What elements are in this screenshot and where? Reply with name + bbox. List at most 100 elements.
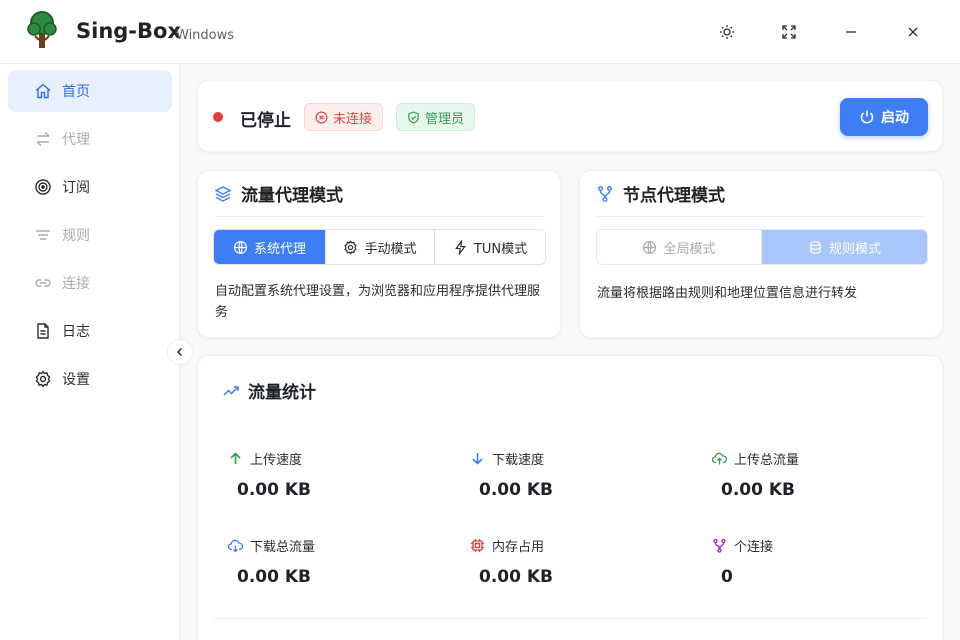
app-title: Sing-Box	[76, 19, 181, 43]
node-mode-title: 节点代理模式	[623, 186, 725, 206]
traffic-stats-title: 流量统计	[248, 383, 316, 403]
traffic-mode-header: 流量代理模式	[214, 171, 544, 217]
status-card: 已停止 未连接 管理员 启动	[197, 80, 943, 152]
node-mode-selector: 全局模式 规则模式	[596, 229, 928, 265]
close-icon	[908, 27, 918, 37]
sidebar-item-label: 代理	[62, 132, 90, 148]
log-icon	[33, 321, 53, 341]
theme-toggle-button[interactable]	[717, 22, 737, 42]
fullscreen-icon	[782, 25, 796, 39]
close-circle-icon	[315, 111, 328, 123]
connections-label: 个连接	[734, 540, 774, 555]
upload-total-label: 上传总流量	[734, 453, 800, 468]
upload-speed-value: 0.00 KB	[237, 480, 311, 500]
globe-icon	[233, 240, 248, 254]
download-total-value: 0.00 KB	[237, 567, 311, 587]
stats-divider	[214, 618, 926, 619]
start-button[interactable]: 启动	[840, 98, 928, 136]
status-text: 已停止	[240, 111, 291, 131]
admin-badge: 管理员	[396, 103, 476, 131]
manual-mode-option[interactable]: 手动模式	[326, 230, 435, 264]
admin-badge-label: 管理员	[425, 111, 465, 127]
chip-icon	[471, 539, 484, 552]
global-mode-label: 全局模式	[663, 241, 716, 257]
traffic-mode-description: 自动配置系统代理设置，为浏览器和应用程序提供代理服务	[215, 284, 541, 320]
download-total-stat: 下载总流量 0.00 KB	[228, 536, 448, 587]
link-icon	[33, 273, 53, 293]
app-subtitle: Windows	[176, 28, 235, 43]
rule-mode-option[interactable]: 规则模式	[762, 230, 927, 264]
sun-icon	[720, 25, 734, 39]
memory-usage-label: 内存占用	[492, 540, 545, 555]
upload-speed-label: 上传速度	[250, 453, 303, 468]
traffic-mode-card: 流量代理模式 系统代理 手动模式 TUN模式 自动配置系统代理设置，为浏览器和应…	[197, 170, 561, 338]
system-proxy-label: 系统代理	[253, 241, 306, 257]
fullscreen-button[interactable]	[779, 22, 799, 42]
download-speed-value: 0.00 KB	[479, 480, 553, 500]
traffic-mode-selector: 系统代理 手动模式 TUN模式	[213, 229, 546, 265]
arrow-down-icon	[472, 453, 483, 465]
power-icon	[860, 110, 874, 124]
system-proxy-option[interactable]: 系统代理	[214, 230, 326, 264]
sidebar-item-logs[interactable]: 日志	[8, 310, 172, 352]
connections-stat: 个连接 0	[712, 536, 932, 587]
traffic-stats-card: 流量统计 上传速度 0.00 KB 下载速度 0.00 KB 上传总流量 0.0…	[197, 355, 943, 640]
disconnected-badge: 未连接	[304, 103, 384, 131]
sidebar-item-proxy[interactable]: 代理	[8, 118, 172, 160]
rule-mode-label: 规则模式	[828, 241, 881, 257]
minimize-button[interactable]	[841, 22, 861, 42]
status-indicator-dot	[213, 112, 223, 122]
cloud-upload-icon	[712, 452, 727, 465]
tree-logo-icon	[27, 11, 57, 48]
swap-icon	[33, 129, 53, 149]
trend-chart-icon	[223, 385, 239, 396]
close-button[interactable]	[903, 22, 923, 42]
chevron-left-icon	[176, 347, 183, 357]
node-mode-card: 节点代理模式 全局模式 规则模式 流量将根据路由规则和地理位置信息进行转发	[579, 170, 943, 338]
sidebar-item-home[interactable]: 首页	[8, 70, 172, 112]
sidebar: 首页 代理 订阅 规则 连接 日志 设置	[0, 64, 180, 640]
sidebar-item-label: 订阅	[62, 180, 90, 196]
disconnected-badge-label: 未连接	[333, 111, 373, 127]
download-speed-stat: 下载速度 0.00 KB	[470, 449, 690, 500]
download-speed-label: 下载速度	[492, 453, 545, 468]
upload-total-value: 0.00 KB	[721, 480, 795, 500]
node-mode-description: 流量将根据路由规则和地理位置信息进行转发	[597, 286, 858, 301]
connections-icon	[713, 538, 726, 553]
gear-icon	[344, 239, 358, 255]
shield-check-icon	[408, 110, 419, 124]
upload-total-stat: 上传总流量 0.00 KB	[712, 449, 932, 500]
cloud-download-icon	[228, 539, 243, 553]
memory-usage-stat: 内存占用 0.00 KB	[470, 536, 690, 587]
gear-icon	[33, 369, 53, 389]
title-bar: Sing-Box Windows	[0, 0, 960, 64]
sidebar-item-label: 设置	[62, 372, 90, 388]
tun-mode-option[interactable]: TUN模式	[435, 230, 545, 264]
sidebar-item-connections[interactable]: 连接	[8, 262, 172, 304]
home-icon	[33, 81, 53, 101]
connections-value: 0	[721, 567, 733, 587]
global-mode-option[interactable]: 全局模式	[597, 230, 762, 264]
minimize-icon	[846, 31, 856, 33]
sidebar-item-settings[interactable]: 设置	[8, 358, 172, 400]
branch-icon	[598, 185, 612, 202]
arrow-up-icon	[230, 452, 241, 464]
traffic-mode-title: 流量代理模式	[241, 186, 343, 206]
traffic-stats-header: 流量统计	[222, 378, 316, 403]
start-button-label: 启动	[881, 110, 909, 126]
globe-icon	[643, 240, 657, 254]
download-total-label: 下载总流量	[250, 540, 316, 555]
node-mode-header: 节点代理模式	[596, 171, 926, 217]
upload-speed-stat: 上传速度 0.00 KB	[228, 449, 448, 500]
manual-mode-label: 手动模式	[364, 241, 417, 257]
rules-icon	[33, 225, 53, 245]
sidebar-item-rules[interactable]: 规则	[8, 214, 172, 256]
sidebar-item-label: 连接	[62, 276, 90, 292]
sidebar-collapse-button[interactable]	[167, 339, 193, 365]
memory-usage-value: 0.00 KB	[479, 567, 553, 587]
layers-icon	[810, 240, 821, 254]
subscribe-icon	[33, 177, 53, 197]
sidebar-item-subscribe[interactable]: 订阅	[8, 166, 172, 208]
sidebar-item-label: 日志	[62, 324, 90, 340]
sidebar-item-label: 规则	[62, 228, 90, 244]
